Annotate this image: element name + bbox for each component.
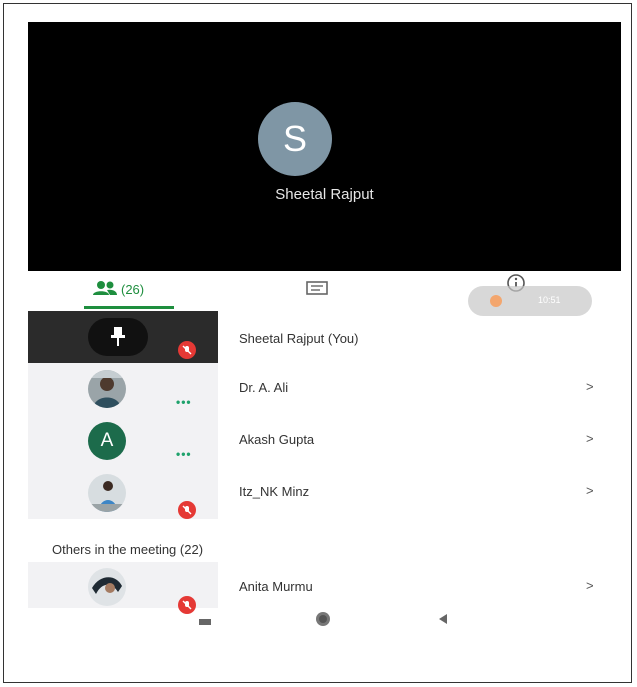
- back-icon: [439, 614, 447, 624]
- pin-button[interactable]: [88, 318, 148, 356]
- participant-tile: [28, 311, 218, 363]
- participant-name: Sheetal Rajput (You): [239, 331, 359, 346]
- chevron-right-icon[interactable]: >: [586, 483, 594, 498]
- participant-name: Anita Murmu: [239, 579, 313, 594]
- timer-text: 10:51: [538, 295, 561, 305]
- recents-icon: [199, 619, 211, 625]
- speaker-avatar: S: [258, 102, 332, 176]
- speaker-name: Sheetal Rajput: [275, 186, 374, 203]
- chevron-right-icon[interactable]: >: [586, 379, 594, 394]
- back-button[interactable]: [437, 612, 449, 631]
- avatar: [88, 474, 126, 512]
- active-tab-indicator: [84, 306, 174, 309]
- participant-tile: A •••: [28, 415, 218, 467]
- participant-name: Akash Gupta: [239, 432, 315, 447]
- tab-people[interactable]: (26): [84, 271, 174, 309]
- home-button[interactable]: [314, 610, 332, 633]
- recording-dot-icon: [490, 295, 502, 307]
- chevron-right-icon[interactable]: >: [586, 431, 594, 446]
- avatar: A: [88, 422, 126, 460]
- participant-tile: [28, 562, 218, 614]
- tab-chat[interactable]: [306, 271, 336, 309]
- muted-mic-icon: [178, 596, 196, 614]
- chevron-right-icon[interactable]: >: [586, 578, 594, 593]
- muted-mic-icon: [178, 501, 196, 519]
- pin-icon: [111, 327, 125, 346]
- muted-mic-icon: [178, 341, 196, 359]
- participant-row-you: Sheetal Rajput (You): [28, 311, 621, 363]
- main-video-tile[interactable]: S Sheetal Rajput: [28, 22, 621, 271]
- speaking-indicator-icon: •••: [176, 447, 192, 461]
- participant-name: Itz_NK Minz: [239, 484, 310, 499]
- participant-row[interactable]: ••• Dr. A. Ali >: [28, 363, 621, 415]
- home-icon: [316, 612, 330, 626]
- recents-button[interactable]: [198, 614, 212, 632]
- participant-tile: [28, 467, 218, 519]
- participant-row[interactable]: A ••• Akash Gupta >: [28, 415, 621, 467]
- participant-name: Dr. A. Ali: [239, 380, 289, 395]
- participant-tile: •••: [28, 363, 218, 415]
- participant-row[interactable]: Itz_NK Minz >: [28, 467, 621, 519]
- others-section-label: Others in the meeting (22): [52, 542, 204, 557]
- avatar: [88, 568, 126, 606]
- people-count: (26): [121, 282, 145, 297]
- avatar: [88, 370, 126, 408]
- panel-tabs: (26) 10:51: [28, 271, 621, 316]
- people-icon: [92, 280, 118, 301]
- participant-row[interactable]: Anita Murmu >: [28, 562, 621, 614]
- speaking-indicator-icon: •••: [176, 395, 192, 409]
